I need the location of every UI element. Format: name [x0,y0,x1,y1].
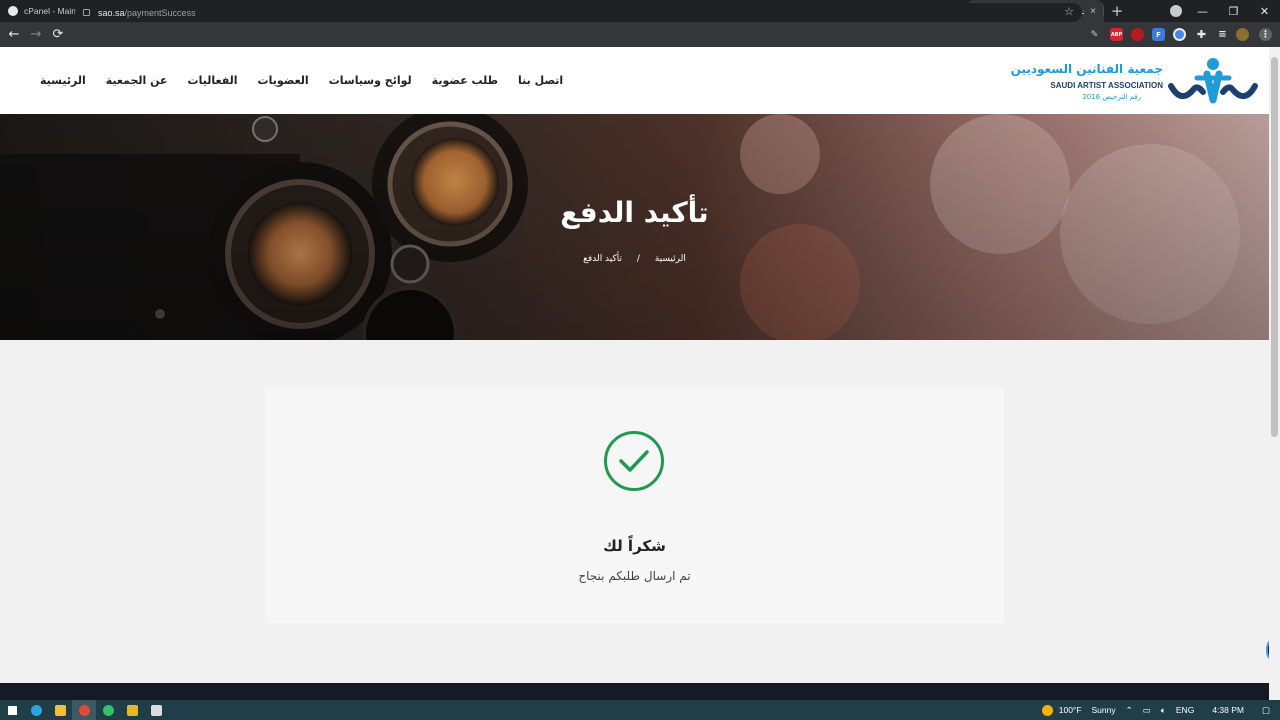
weather-sun-icon[interactable] [1041,704,1053,716]
breadcrumb: الرئيسية / تأكيد الدفع [0,254,1269,264]
logo-license: رقم الترخيص 2016 [1082,93,1141,101]
restore-button[interactable]: ❐ [1218,5,1249,18]
back-button[interactable]: ← [3,22,25,47]
adblock-icon[interactable]: ABP [1110,28,1123,41]
windows-taskbar: 100°F Sunny ⌃ ▭ 🔈︎ ENG 4:38 PM ▢ [0,700,1280,720]
breadcrumb-current: تأكيد الدفع [583,254,623,264]
extension-blue-icon[interactable]: F [1152,28,1165,41]
artists-logo-icon [1168,58,1258,104]
notification-icon[interactable]: ▢ [1262,705,1270,716]
nav-item[interactable]: الرئيسية [20,74,86,87]
clock-time[interactable]: 4:38 PM [1212,705,1244,715]
breadcrumb-home-link[interactable]: الرئيسية [655,254,686,264]
scrollbar-thumb[interactable] [1271,57,1278,437]
bookmark-star-icon[interactable]: ☆ [1064,5,1074,18]
system-tray: 100°F Sunny ⌃ ▭ 🔈︎ ENG 4:38 PM ▢ [1041,700,1280,720]
nav-item[interactable]: الفعاليات [168,74,238,87]
site-footer [0,683,1269,700]
volume-icon[interactable]: 🔈︎ [1161,705,1166,716]
window-controls: — ❐ ✕ [1187,0,1280,22]
edit-pen-icon[interactable]: ✎ [1088,28,1101,41]
lock-icon [83,9,90,16]
page-hero-banner: تأكيد الدفع الرئيسية / تأكيد الدفع [0,114,1269,340]
reload-button[interactable]: ⟳ [47,22,69,47]
weather-condition[interactable]: Sunny [1092,705,1116,715]
terminal-icon[interactable] [144,700,168,720]
web-page: الرئيسية عن الجمعية الفعاليات العضويات لوائح… [0,47,1269,683]
extension-red-icon[interactable] [1131,28,1144,41]
profile-avatar[interactable] [1236,28,1249,41]
forward-button[interactable]: → [25,22,47,47]
logo-name-english: SAUDI ARTIST ASSOCIATION [1050,81,1163,90]
breadcrumb-separator: / [636,254,640,264]
nav-item[interactable]: اتصل بنا [498,74,563,87]
file-explorer-icon[interactable] [48,700,72,720]
logo-name-arabic: جمعية الفنانين السعوديين [1010,62,1163,76]
success-message: تم ارسال طلبكم بنجاح [578,569,691,583]
tab-search-icon[interactable] [1170,5,1182,17]
site-header: الرئيسية عن الجمعية الفعاليات العضويات لوائح… [0,47,1269,114]
success-check-icon [604,431,664,491]
reading-list-icon[interactable]: ≡ [1216,28,1229,41]
nav-item[interactable]: العضويات [238,74,309,87]
close-window-button[interactable]: ✕ [1249,5,1280,18]
start-button[interactable] [0,700,24,720]
weather-temp[interactable]: 100°F [1059,705,1082,715]
nav-item[interactable]: لوائح وسياسات [309,74,412,87]
close-tab-icon[interactable]: × [1088,6,1098,17]
network-icon[interactable]: ▭ [1143,705,1151,716]
whatsapp-icon[interactable] [96,700,120,720]
page-title: تأكيد الدفع [560,196,709,229]
nav-item[interactable]: عن الجمعية [86,74,168,87]
address-bar[interactable]: sao.sa/paymentSuccess ☆ [75,3,1082,22]
site-logo[interactable]: جمعية الفنانين السعوديين SAUDI ARTIST AS… [1011,56,1259,106]
payment-success-card: شكراً لك تم ارسال طلبكم بنجاح [265,387,1004,623]
url-host: sao.sa [98,7,125,18]
sticky-app-icon[interactable] [120,700,144,720]
nav-item[interactable]: طلب عضوية [412,74,498,87]
success-title: شكراً لك [603,537,666,555]
extension-circle-icon[interactable] [1173,28,1186,41]
chrome-icon[interactable] [72,700,96,720]
input-language[interactable]: ENG [1176,705,1194,715]
page-scrollbar[interactable] [1269,47,1280,700]
puzzle-extensions-icon[interactable]: ✚ [1195,28,1208,41]
main-navigation: الرئيسية عن الجمعية الفعاليات العضويات لوائح… [20,74,563,87]
globe-icon [8,6,18,16]
menu-kebab-icon[interactable]: ⋮ [1259,28,1272,41]
new-tab-button[interactable]: + [1104,0,1130,22]
url-path: /paymentSuccess [124,7,196,18]
edge-icon[interactable] [24,700,48,720]
tray-chevron-icon[interactable]: ⌃ [1126,705,1133,716]
minimize-button[interactable]: — [1187,5,1218,18]
